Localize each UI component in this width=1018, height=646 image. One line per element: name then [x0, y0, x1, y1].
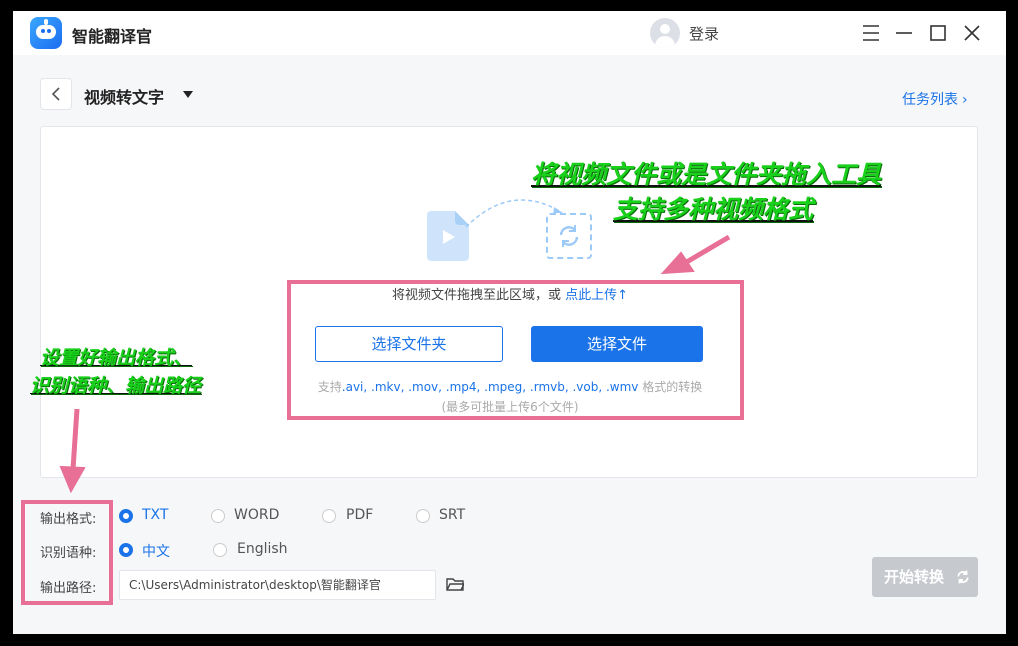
format-srt-label[interactable]: SRT	[439, 507, 465, 523]
radio-lang-english[interactable]	[213, 543, 227, 557]
format-txt-label[interactable]: TXT	[142, 507, 168, 523]
annotation-left-line1: 设置好输出格式、	[40, 347, 193, 369]
app-logo-icon	[30, 17, 62, 49]
minimize-icon[interactable]	[892, 21, 916, 45]
recognition-language-label: 识别语种:	[40, 546, 97, 561]
chevron-left-icon	[51, 87, 60, 101]
radio-format-word[interactable]	[211, 509, 225, 523]
radio-format-srt[interactable]	[416, 509, 430, 523]
output-path-input[interactable]: C:\Users\Administrator\desktop\智能翻译官	[119, 570, 436, 600]
task-list-link[interactable]: 任务列表 ›	[902, 89, 968, 109]
page-title[interactable]: 视频转文字	[84, 84, 164, 108]
highlight-box-upload	[287, 280, 744, 420]
format-word-label[interactable]: WORD	[234, 507, 279, 523]
task-list-label: 任务列表	[902, 92, 958, 108]
back-button[interactable]	[40, 78, 72, 110]
avatar-icon[interactable]	[650, 18, 680, 48]
start-convert-button[interactable]: 开始转换	[872, 557, 978, 597]
radio-format-txt[interactable]	[119, 509, 133, 523]
sync-icon	[957, 570, 969, 584]
sync-icon	[559, 225, 579, 247]
radio-lang-chinese[interactable]	[119, 543, 133, 557]
output-path-label: 输出路径:	[40, 581, 97, 596]
chevron-right-icon: ›	[962, 92, 968, 108]
folder-open-icon[interactable]	[446, 576, 464, 592]
format-pdf-label[interactable]: PDF	[346, 507, 373, 523]
convert-target-box	[546, 213, 592, 259]
annotation-top-line1: 将视频文件或是文件夹拖入工具	[531, 160, 882, 189]
annotation-top-line2: 支持多种视频格式	[613, 195, 814, 224]
app-title: 智能翻译官	[72, 27, 153, 46]
output-format-label: 输出格式:	[40, 512, 97, 527]
close-icon[interactable]	[960, 21, 984, 45]
login-link[interactable]: 登录	[689, 23, 719, 44]
annotation-left-line2: 识别语种、输出路径	[30, 375, 202, 397]
lang-english-label[interactable]: English	[237, 541, 288, 557]
radio-format-pdf[interactable]	[322, 509, 336, 523]
menu-icon[interactable]	[859, 21, 883, 45]
app-window: 智能翻译官 登录 视频转文字 任务列表 › 将视频文件拖拽至此区域，或 点此上传…	[13, 11, 1006, 634]
lang-chinese-label[interactable]: 中文	[142, 541, 170, 561]
maximize-icon[interactable]	[926, 21, 950, 45]
caret-down-icon[interactable]	[183, 91, 193, 98]
title-bar: 智能翻译官 登录	[13, 11, 1006, 55]
start-convert-label: 开始转换	[884, 568, 945, 586]
